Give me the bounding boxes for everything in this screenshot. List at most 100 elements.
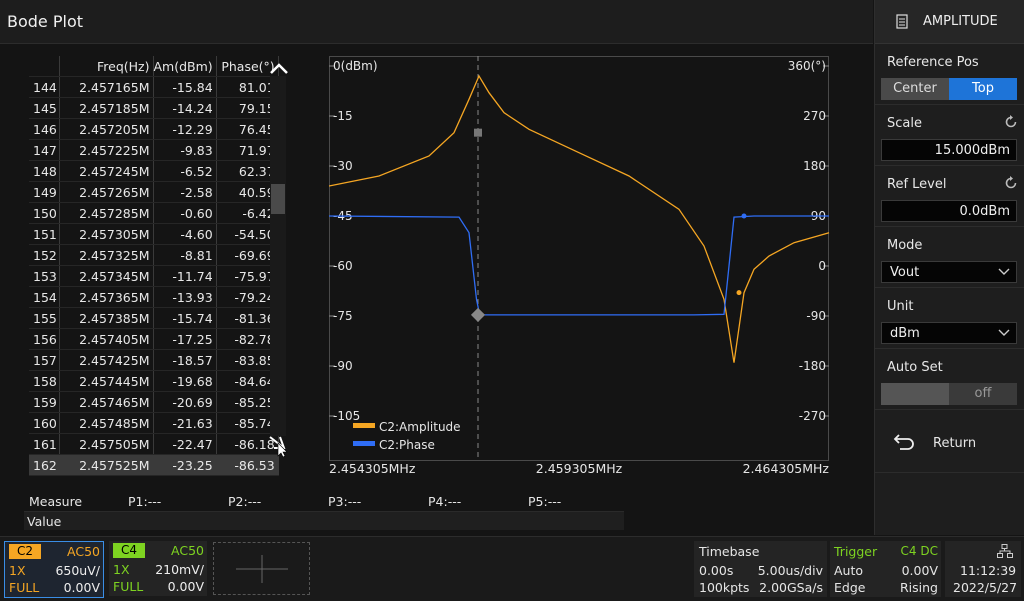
right-axis: 360(°)270180900-90-180-270 (788, 59, 826, 423)
auto-set-toggle-track[interactable] (881, 383, 949, 405)
unit-label: Unit (887, 299, 914, 314)
table-row[interactable]: 150 2.457285M -0.60 -6.42 (29, 202, 279, 224)
table-cell: -4.60 (153, 223, 217, 245)
table-cell: 2.457365M (59, 286, 154, 308)
table-cell: 155 (29, 307, 60, 329)
table-row[interactable]: 145 2.457185M -14.24 79.15 (29, 97, 279, 119)
table-row[interactable]: 146 2.457205M -12.29 76.45 (29, 118, 279, 140)
table-row[interactable]: 148 2.457245M -6.52 62.37 (29, 160, 279, 182)
timebase-panel[interactable]: Timebase 0.00s 5.00us/div 100kpts 2.00GS… (694, 541, 827, 597)
measure-point-3: P3:--- (328, 494, 362, 509)
table-row[interactable]: 149 2.457265M -2.58 40.59 (29, 181, 279, 203)
table-cell: 146 (29, 118, 60, 140)
table-cell: -9.83 (153, 139, 217, 161)
ref-level-field[interactable]: 0.0dBm (881, 200, 1017, 222)
table-row[interactable]: 161 2.457505M -22.47 -86.18 (29, 433, 279, 455)
left-tick-label: -60 (333, 259, 353, 273)
table-cell: 157 (29, 349, 60, 371)
table-cell: -81.36 (216, 307, 279, 329)
table-cell: 2.457165M (59, 76, 154, 98)
auto-set-label: Auto Set (887, 360, 943, 375)
table-row[interactable]: 159 2.457465M -20.69 -85.25 (29, 391, 279, 413)
table-cell: 2.457205M (59, 118, 154, 140)
legend: C2:Amplitude C2:Phase (353, 420, 461, 452)
table-cell: -6.42 (216, 202, 279, 224)
cursor-markers[interactable] (470, 128, 747, 322)
network-icon (997, 544, 1013, 558)
table-row[interactable]: 154 2.457365M -13.93 -79.24 (29, 286, 279, 308)
table-cell: -83.85 (216, 349, 279, 371)
table-cell: -20.69 (153, 391, 217, 413)
table-cell: -69.69 (216, 244, 279, 266)
table-cell: 2.457325M (59, 244, 154, 266)
column-header: Am(dBm) (153, 56, 217, 77)
table-cell: 147 (29, 139, 60, 161)
table-cell: 2.457425M (59, 349, 154, 371)
table-cell: 158 (29, 370, 60, 392)
amplitude-point (736, 290, 742, 296)
table-row[interactable]: 162 2.457525M -23.25 -86.53 (29, 454, 279, 476)
chevron-down-icon (998, 329, 1010, 336)
trigger-panel[interactable]: Trigger C4 DC Auto 0.00V Edge Rising (830, 541, 941, 597)
channel-c4[interactable]: C4 AC50 1X 210mV/ FULL 0.00V (109, 541, 207, 596)
table-cell: -82.78 (216, 328, 279, 350)
scroll-up-icon[interactable] (268, 60, 290, 78)
table-cell: -17.25 (153, 328, 217, 350)
channel-c2[interactable]: C2 AC50 1X 650uV/ FULL 0.00V (4, 541, 104, 598)
document-icon (896, 14, 908, 29)
table-row[interactable]: 155 2.457385M -15.74 -81.36 (29, 307, 279, 329)
table-cell: 2.457265M (59, 181, 154, 203)
unit-select[interactable]: dBm (881, 322, 1017, 344)
auto-set-toggle[interactable]: off (949, 383, 1017, 405)
ref-level-section: Ref Level 0.0dBm (875, 166, 1024, 227)
table-cell: -79.24 (216, 286, 279, 308)
scale-section: Scale 15.000dBm (875, 105, 1024, 166)
table-row[interactable]: 147 2.457225M -9.83 71.97 (29, 139, 279, 161)
legend-entry: C2:Amplitude (379, 420, 461, 434)
table-row[interactable]: 153 2.457345M -11.74 -75.97 (29, 265, 279, 287)
channel-c4-bw: FULL (113, 579, 144, 594)
add-channel-button[interactable] (213, 542, 310, 595)
table-row[interactable]: 158 2.457445M -19.68 -84.64 (29, 370, 279, 392)
bode-plot[interactable]: 0(dBm)-15-30-45-60-75-90-105 360(°)27018… (329, 56, 831, 462)
table-cell: -23.25 (153, 454, 217, 476)
table-cell: 2.457385M (59, 307, 154, 329)
plot-grid (329, 65, 829, 417)
scale-label: Scale (887, 116, 922, 131)
table-row[interactable]: 156 2.457405M -17.25 -82.78 (29, 328, 279, 350)
plot-series (329, 56, 830, 461)
channel-c2-offset: 0.00V (63, 580, 100, 595)
x-tick-label: 2.459305MHz (535, 461, 623, 476)
table-row[interactable]: 144 2.457165M -15.84 81.01 (29, 76, 279, 98)
table-cell: -12.29 (153, 118, 217, 140)
data-table[interactable]: Freq(Hz) Am(dBm) Phase(°) 144 2.457165M -15.… (29, 56, 287, 476)
table-row[interactable]: 151 2.457305M -4.60 -54.50 (29, 223, 279, 245)
measure-point-1: P1:--- (128, 494, 162, 509)
scale-field[interactable]: 15.000dBm (881, 139, 1017, 161)
scrollbar-thumb[interactable] (271, 184, 285, 214)
reference-top-button[interactable]: Top (949, 78, 1017, 100)
table-cell: 144 (29, 76, 60, 98)
trigger-type: Edge (834, 580, 866, 595)
value-label: Value (27, 514, 62, 529)
reference-center-button[interactable]: Center (881, 78, 949, 100)
measure-value-row: Value (24, 511, 624, 530)
cursor-marker-diamond[interactable] (470, 307, 486, 322)
reset-icon[interactable] (1003, 175, 1019, 191)
table-row[interactable]: 152 2.457325M -8.81 -69.69 (29, 244, 279, 266)
reset-icon[interactable] (1003, 114, 1019, 130)
table-scrollbar[interactable] (270, 76, 286, 436)
plus-icon (236, 555, 288, 583)
table-cell: 2.457405M (59, 328, 154, 350)
channel-c2-probe: 1X (9, 563, 26, 578)
mode-select[interactable]: Vout (881, 261, 1017, 283)
table-cell: 79.15 (216, 97, 279, 119)
legend-swatch (353, 441, 375, 446)
table-row[interactable]: 157 2.457425M -18.57 -83.85 (29, 349, 279, 371)
table-cell: 145 (29, 97, 60, 119)
right-tick-label: -270 (799, 409, 826, 423)
cursor-marker-square[interactable] (474, 128, 482, 137)
return-button[interactable]: Return (875, 414, 1024, 473)
table-row[interactable]: 160 2.457485M -21.63 -85.74 (29, 412, 279, 434)
channel-c4-coupling: AC50 (171, 543, 204, 558)
